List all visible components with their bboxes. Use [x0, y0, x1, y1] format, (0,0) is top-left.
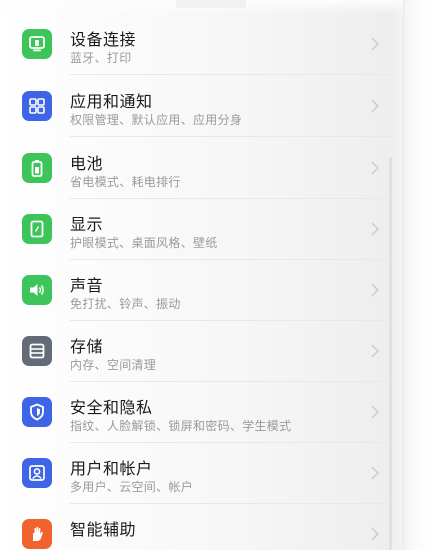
settings-item-subtitle: 蓝牙、打印 [70, 51, 132, 65]
settings-item-subtitle: 权限管理、默认应用、应用分身 [70, 113, 243, 127]
settings-item-users-accounts[interactable]: 用户和帐户 多用户、云空间、帐户 [0, 443, 396, 504]
settings-item-title: 应用和通知 [70, 92, 153, 111]
apps-grid-icon [22, 91, 52, 121]
settings-item-subtitle: 多用户、云空间、帐户 [70, 480, 194, 494]
chevron-right-icon [371, 466, 380, 480]
settings-item-apps-notifications[interactable]: 应用和通知 权限管理、默认应用、应用分身 [0, 76, 396, 137]
settings-item-sound[interactable]: 声音 免打扰、铃声、振动 [0, 260, 396, 321]
settings-item-smart-assist[interactable]: 智能辅助 [0, 504, 396, 550]
chevron-right-icon [371, 405, 380, 419]
settings-item-subtitle: 内存、空间清理 [70, 358, 157, 372]
settings-item-storage[interactable]: 存储 内存、空间清理 [0, 321, 396, 382]
divider [70, 136, 392, 137]
settings-item-subtitle: 省电模式、耗电排行 [70, 175, 181, 189]
chevron-right-icon [371, 527, 380, 541]
settings-item-title: 安全和隐私 [70, 398, 153, 417]
user-account-icon [22, 458, 52, 488]
settings-item-battery[interactable]: 电池 省电模式、耗电排行 [0, 138, 396, 199]
divider [70, 74, 392, 75]
settings-item-subtitle: 指纹、人脸解锁、锁屏和密码、学生模式 [70, 419, 292, 433]
settings-item-title: 用户和帐户 [70, 459, 153, 478]
chevron-right-icon [371, 37, 380, 51]
speaker-icon [22, 275, 52, 305]
settings-item-title: 显示 [70, 215, 104, 234]
settings-item-title: 智能辅助 [70, 520, 137, 539]
settings-item-title: 设备连接 [70, 30, 137, 49]
settings-list: 设备连接 蓝牙、打印 应用和通知 权限管理、默认应用、应用分身 电池 省电模式、… [0, 0, 404, 550]
chevron-right-icon [371, 99, 380, 113]
chevron-right-icon [371, 344, 380, 358]
storage-icon [22, 336, 52, 366]
screen-edge-left [0, 0, 8, 550]
chevron-right-icon [371, 222, 380, 236]
display-icon [22, 214, 52, 244]
settings-item-device-connection[interactable]: 设备连接 蓝牙、打印 [0, 14, 396, 75]
chevron-right-icon [371, 161, 380, 175]
settings-item-display[interactable]: 显示 护眼模式、桌面风格、壁纸 [0, 199, 396, 260]
hand-icon [22, 519, 52, 549]
settings-item-subtitle: 免打扰、铃声、振动 [70, 297, 181, 311]
settings-item-title: 存储 [70, 337, 104, 356]
device-connection-icon [22, 29, 52, 59]
settings-screen: 设备连接 蓝牙、打印 应用和通知 权限管理、默认应用、应用分身 电池 省电模式、… [0, 0, 442, 550]
settings-item-security-privacy[interactable]: 安全和隐私 指纹、人脸解锁、锁屏和密码、学生模式 [0, 382, 396, 443]
scrollbar[interactable] [389, 157, 392, 550]
chevron-right-icon [371, 283, 380, 297]
settings-item-title: 声音 [70, 276, 104, 295]
settings-item-title: 电池 [70, 154, 104, 173]
shield-icon [22, 397, 52, 427]
battery-icon [22, 153, 52, 183]
screen-edge-right [403, 0, 442, 550]
settings-item-subtitle: 护眼模式、桌面风格、壁纸 [70, 236, 218, 250]
